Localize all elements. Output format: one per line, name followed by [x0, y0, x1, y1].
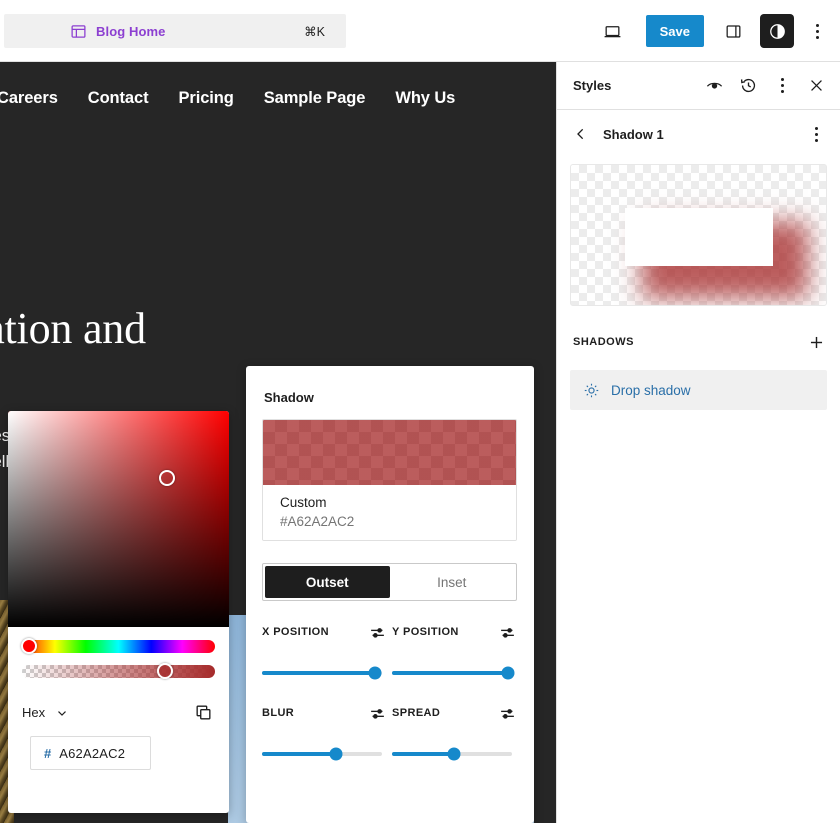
slider-thumb[interactable]	[502, 667, 515, 680]
styles-header-actions	[698, 70, 832, 102]
shadow-list-item-label: Drop shadow	[611, 383, 691, 398]
shadow-color-meta: Custom #A62A2AC2	[263, 485, 516, 540]
kebab-menu-icon[interactable]	[800, 118, 832, 150]
shadows-section-header: SHADOWS	[557, 306, 840, 356]
color-picker-pointer[interactable]	[159, 470, 175, 486]
slider-y-position[interactable]	[392, 666, 516, 680]
color-format-row: Hex	[8, 687, 229, 722]
slider-thumb[interactable]	[368, 667, 381, 680]
shadow-type-toggle: Outset Inset	[262, 563, 517, 601]
color-picker-sliders	[8, 627, 229, 680]
history-clock-icon[interactable]	[732, 70, 764, 102]
document-title-button[interactable]: Blog Home ⌘K	[4, 14, 346, 48]
shadow-list-item-drop-shadow[interactable]: Drop shadow	[570, 370, 827, 410]
kebab-menu-icon[interactable]	[766, 70, 798, 102]
nav-item-sample-page[interactable]: Sample Page	[264, 89, 366, 108]
slider-thumb[interactable]	[330, 748, 343, 761]
hex-input-value: A62A2AC2	[59, 746, 125, 761]
slider-fill	[262, 671, 375, 675]
hex-input[interactable]: # A62A2AC2	[30, 736, 151, 770]
shadow-type-inset[interactable]: Inset	[390, 566, 515, 598]
styles-header: Styles	[557, 62, 840, 110]
hue-slider[interactable]	[22, 637, 215, 655]
control-x-position: X POSITION	[262, 623, 386, 680]
editor-toolbar: Blog Home ⌘K Save	[0, 0, 840, 62]
color-format-label: Hex	[22, 705, 45, 720]
sliders-toggle-icon[interactable]	[369, 624, 386, 641]
alpha-slider-thumb[interactable]	[157, 663, 173, 679]
hex-prefix: #	[44, 746, 51, 761]
control-blur: BLUR	[262, 704, 386, 761]
device-desktop-icon[interactable]	[595, 13, 631, 49]
slider-spread[interactable]	[392, 747, 516, 761]
shadow-popover-title: Shadow	[264, 390, 518, 405]
sliders-toggle-icon[interactable]	[369, 705, 386, 722]
chevron-left-icon[interactable]	[567, 120, 595, 148]
nav-item-pricing[interactable]: Pricing	[178, 89, 233, 108]
shadow-color-button[interactable]: Custom #A62A2AC2	[262, 419, 517, 541]
control-y-position: Y POSITION	[392, 623, 516, 680]
eye-icon[interactable]	[698, 70, 730, 102]
close-icon[interactable]	[800, 70, 832, 102]
shadow-color-name: Custom	[280, 495, 516, 510]
shadow-type-outset[interactable]: Outset	[265, 566, 390, 598]
canvas-right-edge	[534, 615, 556, 823]
control-label-blur: BLUR	[262, 707, 294, 719]
slider-blur[interactable]	[262, 747, 386, 761]
alpha-slider[interactable]	[22, 662, 215, 680]
shadow-preview-card	[625, 208, 773, 266]
sliders-toggle-icon[interactable]	[499, 624, 516, 641]
slider-thumb[interactable]	[448, 748, 461, 761]
shadow-preview	[570, 164, 827, 306]
kebab-menu-icon[interactable]	[802, 13, 832, 49]
control-label-x-position: X POSITION	[262, 626, 329, 638]
shadow-detail-title: Shadow 1	[603, 127, 664, 142]
toolbar-actions: Save	[595, 0, 832, 62]
shadows-section-label: SHADOWS	[573, 336, 634, 348]
template-layout-icon	[70, 23, 87, 40]
chevron-down-icon[interactable]	[55, 706, 69, 720]
control-spread: SPREAD	[392, 704, 516, 761]
alpha-track	[22, 665, 215, 678]
command-palette-shortcut: ⌘K	[304, 24, 325, 39]
save-button[interactable]: Save	[646, 15, 704, 47]
shadow-settings-popover: Shadow Custom #A62A2AC2 Outset Inset X P…	[246, 366, 534, 823]
shadow-sun-icon	[583, 382, 600, 399]
site-navigation: Careers Contact Pricing Sample Page Why …	[0, 89, 556, 108]
hue-slider-thumb[interactable]	[21, 638, 37, 654]
plus-icon[interactable]	[802, 328, 830, 356]
styles-sidebar: Styles	[556, 62, 840, 823]
document-title-label: Blog Home	[96, 24, 166, 39]
nav-item-careers[interactable]: Careers	[0, 89, 58, 108]
control-label-spread: SPREAD	[392, 707, 440, 719]
styles-subheader: Shadow 1	[557, 110, 840, 158]
saturation-value-area[interactable]	[8, 411, 229, 627]
sidebar-panel-icon[interactable]	[715, 13, 751, 49]
styles-title: Styles	[573, 78, 611, 93]
shadow-controls-grid: X POSITION Y POSITION	[262, 623, 518, 761]
shadow-color-hex: #A62A2AC2	[280, 514, 516, 529]
color-picker-popover: Hex # A62A2AC2	[8, 411, 229, 813]
contrast-circle-icon[interactable]	[760, 14, 794, 48]
slider-fill	[392, 752, 454, 756]
control-label-y-position: Y POSITION	[392, 626, 459, 638]
slider-x-position[interactable]	[262, 666, 386, 680]
nav-item-why-us[interactable]: Why Us	[395, 89, 455, 108]
nav-item-contact[interactable]: Contact	[88, 89, 149, 108]
sliders-toggle-icon[interactable]	[499, 705, 516, 722]
slider-fill	[392, 671, 508, 675]
shadow-color-swatch	[263, 420, 516, 485]
hue-track	[22, 640, 215, 653]
copy-icon[interactable]	[194, 703, 213, 722]
editor-root: Blog Home ⌘K Save	[0, 0, 840, 823]
slider-fill	[262, 752, 336, 756]
